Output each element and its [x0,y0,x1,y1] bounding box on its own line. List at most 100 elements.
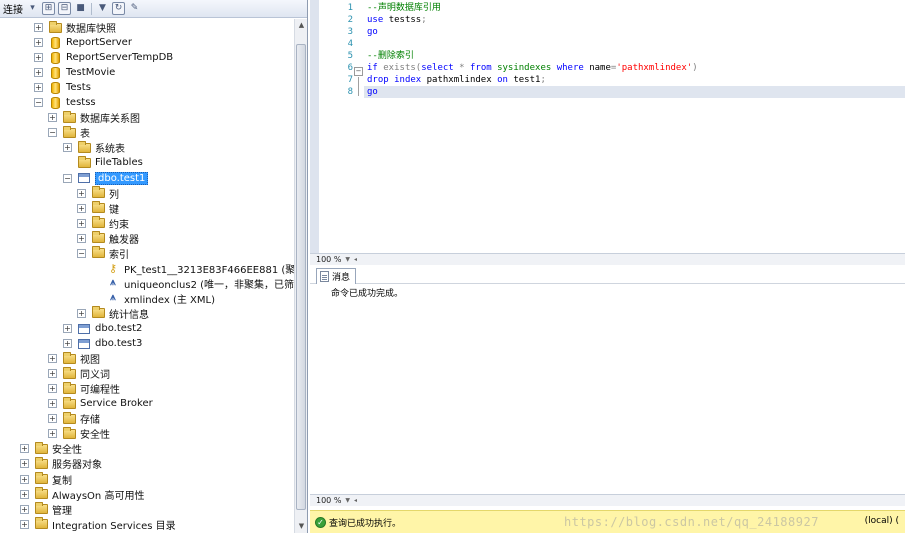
expand-icon[interactable]: + [63,339,72,349]
tree-node[interactable]: + dbo.test2 [63,321,142,336]
tree-node[interactable]: − dbo.test1 [63,171,149,186]
expand-icon[interactable]: + [77,188,86,198]
tree-vertical-scrollbar[interactable]: ▲ ▼ [294,19,307,533]
scrollbar-thumb[interactable] [296,44,306,510]
tree-node-label: 安全性 [80,430,110,442]
expand-icon[interactable]: + [48,354,57,364]
results-zoom-level[interactable]: 100 % [316,496,341,505]
tree-node-label: dbo.test3 [95,338,143,350]
stop-icon[interactable]: ■ [74,2,87,15]
expand-icon[interactable]: + [63,324,72,333]
tree-node[interactable]: + 安全性 [20,441,82,456]
code-line-7: drop index pathxmlindex on test1; [367,75,546,85]
tree-node[interactable]: + 系统表 [63,140,125,155]
expand-icon[interactable]: + [20,474,29,484]
expand-icon[interactable]: + [20,489,29,499]
summary-icon[interactable]: ✎ [128,2,141,15]
tree-node[interactable]: ⩚ uniqueonclus2 (唯一，非聚集，已筛选) [92,276,294,291]
expand-icon[interactable]: + [34,23,43,32]
messages-pane[interactable]: 命令已成功完成。 [310,284,905,494]
tree-node[interactable]: + AlwaysOn 高可用性 [20,487,144,502]
tree-node[interactable]: + dbo.test3 [63,336,142,351]
collapse-icon[interactable]: − [48,128,57,138]
tree-node[interactable]: + 列 [77,186,119,201]
tree-node[interactable]: ⚷ PK_test1__3213E83F466EE881 (聚集) [92,261,294,276]
tree-node[interactable]: + 数据库快照 [34,20,116,35]
tree-node[interactable]: + 管理 [20,502,72,517]
collapse-icon[interactable]: − [34,98,43,108]
tree-node[interactable]: + 安全性 [48,426,110,441]
editor-zoom-level[interactable]: 100 % [316,255,341,264]
tree-node[interactable]: − 表 [48,125,90,140]
results-scroll-left-arrow-icon[interactable]: ◂ [354,497,357,504]
expand-icon[interactable]: + [34,68,43,78]
expand-icon[interactable]: + [77,233,86,243]
expand-icon[interactable]: + [20,519,29,529]
tree-node[interactable]: + TestMovie [34,65,115,80]
folder-icon [91,246,105,259]
expand-icon[interactable]: + [48,399,57,409]
filter-icon[interactable]: ▼ [96,2,109,15]
tree-node[interactable]: + Tests [34,80,91,95]
collapse-region-icon[interactable]: − [354,67,363,76]
tree-node[interactable]: ⩚ xmlindex (主 XML) [92,291,215,306]
expand-icon[interactable]: + [20,504,29,514]
results-zoom-dropdown-icon[interactable]: ▼ [345,497,350,504]
tree-node[interactable]: + Service Broker [48,396,153,411]
collapse-icon[interactable]: − [63,173,72,183]
tree-node[interactable]: + 服务器对象 [20,456,102,471]
tree-node[interactable]: + ReportServerTempDB [34,50,173,65]
tree-node[interactable]: + 视图 [48,351,100,366]
tree-node[interactable]: + ReportServer [34,35,132,50]
expand-icon[interactable]: + [20,459,29,469]
code-line-3: go [367,27,378,37]
scroll-up-arrow-icon[interactable]: ▲ [295,19,308,32]
expand-icon[interactable]: + [77,308,86,318]
zoom-dropdown-icon[interactable]: ▼ [345,256,350,263]
tree-node[interactable]: + 统计信息 [77,306,149,321]
tree-node[interactable]: − 索引 [77,246,129,261]
expand-icon[interactable]: + [77,203,86,213]
tree-node[interactable]: + 可编程性 [48,381,120,396]
fold-guide-line [358,77,359,96]
tree-node[interactable]: + Integration Services 目录 [20,517,176,532]
tree-node[interactable]: FileTables [63,155,143,170]
tab-messages[interactable]: 消息 [316,268,357,284]
expand-icon[interactable]: + [48,384,57,394]
success-check-icon: ✓ [315,516,326,528]
tree-node[interactable]: + 约束 [77,216,129,231]
connect-object-explorer-icon[interactable]: ⊞ [42,2,55,15]
refresh-icon[interactable]: ↻ [112,2,125,15]
expand-icon[interactable]: + [34,38,43,48]
editor-selection-margin [310,0,319,253]
collapse-icon[interactable]: − [77,248,86,258]
expand-icon[interactable]: + [20,444,29,454]
folder-icon [34,441,48,455]
expand-icon[interactable]: + [48,113,57,123]
code-area[interactable]: --声明数据库引用 use testss; go --删除索引 if exist… [364,0,905,253]
tree-node-label: dbo.test1 [95,171,149,185]
query-editor[interactable]: − 1 2 3 4 5 6 7 8 --声明数据库引用 use testss; go --删除… [310,0,905,253]
expand-icon[interactable]: + [48,414,57,424]
tree-node[interactable]: + 数据库关系图 [48,110,140,125]
tree-node[interactable]: + 存储 [48,411,100,426]
tree-node[interactable]: + 同义词 [48,366,110,381]
query-window: − 1 2 3 4 5 6 7 8 --声明数据库引用 use testss; go --删除… [310,0,905,533]
expand-icon[interactable]: + [34,53,43,63]
scroll-left-arrow-icon[interactable]: ◂ [354,256,357,263]
tree-node[interactable]: + 复制 [20,472,72,487]
tree-node[interactable]: + 触发器 [77,231,139,246]
watermark: https://blog.csdn.net/qq_24188927 [564,515,819,529]
tree-node[interactable]: − testss [34,95,96,110]
expand-icon[interactable]: + [63,143,72,153]
expand-icon[interactable]: + [48,369,57,379]
scroll-down-arrow-icon[interactable]: ▼ [295,520,308,533]
dropdown-arrow-icon[interactable]: ▾ [26,2,39,15]
table-icon [77,323,91,335]
connect-button[interactable]: 连接 [3,1,23,16]
expand-icon[interactable]: + [48,429,57,439]
expand-icon[interactable]: + [77,218,86,228]
tree-node[interactable]: + 键 [77,201,119,216]
disconnect-icon[interactable]: ⊟ [58,2,71,15]
expand-icon[interactable]: + [34,83,43,93]
